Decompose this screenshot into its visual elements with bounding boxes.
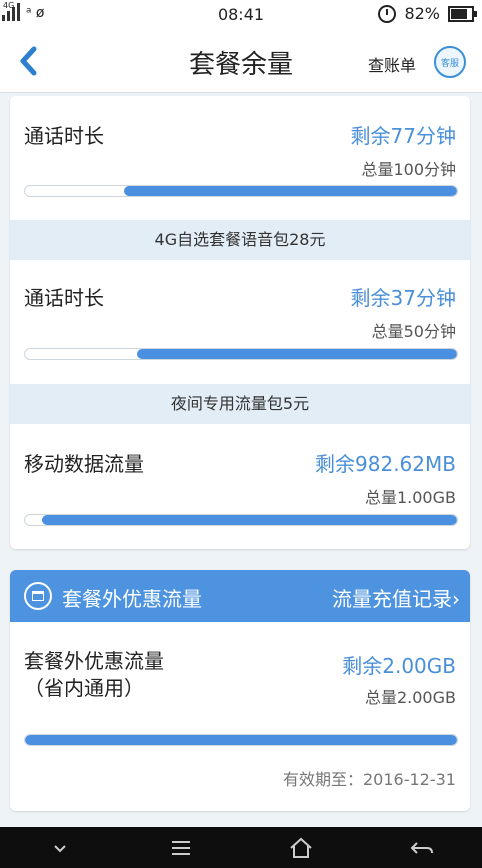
expiry-date: 有效期至：2016-12-31 [283,770,456,789]
balance-section: 通话时长 剩余37分钟 总量50分钟 [10,260,470,384]
extra-data-total: 总量2.00GB [364,688,456,707]
package-balance-card: 通话时长 剩余77分钟 总量100分钟 4G自选套餐语音包28元 通话时长 剩余… [10,96,470,549]
progress-fill [42,515,457,525]
battery-icon [448,5,477,22]
status-right: 82% [378,4,477,23]
progress-fill [137,349,457,359]
extra-data-header: 套餐外优惠流量 流量充值记录› [10,570,470,622]
package-band-label: 夜间专用流量包5元 [10,384,470,424]
nav-down-icon [54,844,66,852]
section-name: 通话时长 [24,124,104,148]
recharge-records-link[interactable]: 流量充值记录› [332,583,460,612]
section-total: 总量50分钟 [371,322,456,341]
section-remaining: 剩余37分钟 [350,286,456,310]
nav-home-icon [290,837,312,858]
nav-down-button[interactable] [40,833,80,863]
extra-data-card: 套餐外优惠流量 流量充值记录› 套餐外优惠流量（省内通用） 剩余2.00GB 总… [10,570,470,811]
status-bar: 4G ᵃ ø 08:41 82% [0,0,482,30]
section-remaining: 剩余77分钟 [350,124,456,148]
nav-back-button[interactable] [402,833,442,863]
balance-section: 移动数据流量 剩余982.62MB 总量1.00GB [10,424,470,549]
balance-section: 通话时长 剩余77分钟 总量100分钟 [10,96,470,220]
nav-menu-button[interactable] [161,833,201,863]
usage-progress-bar [24,348,458,360]
section-name: 通话时长 [24,286,104,310]
view-bill-link[interactable]: 查账单 [368,52,416,76]
back-button[interactable] [14,44,44,78]
extra-data-name: 套餐外优惠流量（省内通用） [24,649,164,700]
nav-menu-icon [171,840,190,855]
usage-progress-bar [24,734,458,746]
progress-fill [124,186,457,196]
section-name: 移动数据流量 [24,452,144,476]
calendar-icon [24,582,52,610]
package-band-label: 4G自选套餐语音包28元 [10,220,470,260]
back-chevron-icon [20,46,37,76]
nav-back-icon [410,841,433,854]
customer-service-icon[interactable]: 客服 [434,46,466,78]
section-total: 总量1.00GB [364,488,456,507]
extra-data-remaining: 剩余2.00GB [342,654,456,678]
alarm-icon [378,4,397,23]
usage-progress-bar [24,514,458,526]
usage-progress-bar [24,185,458,197]
system-nav-bar [0,827,482,868]
nav-home-button[interactable] [281,833,321,863]
progress-fill [25,735,457,745]
section-total: 总量100分钟 [361,160,456,179]
battery-percent: 82% [404,4,440,23]
section-remaining: 剩余982.62MB [315,452,456,476]
extra-data-title: 套餐外优惠流量 [62,587,202,611]
app-header: 套餐余量 查账单 客服 [0,30,482,93]
